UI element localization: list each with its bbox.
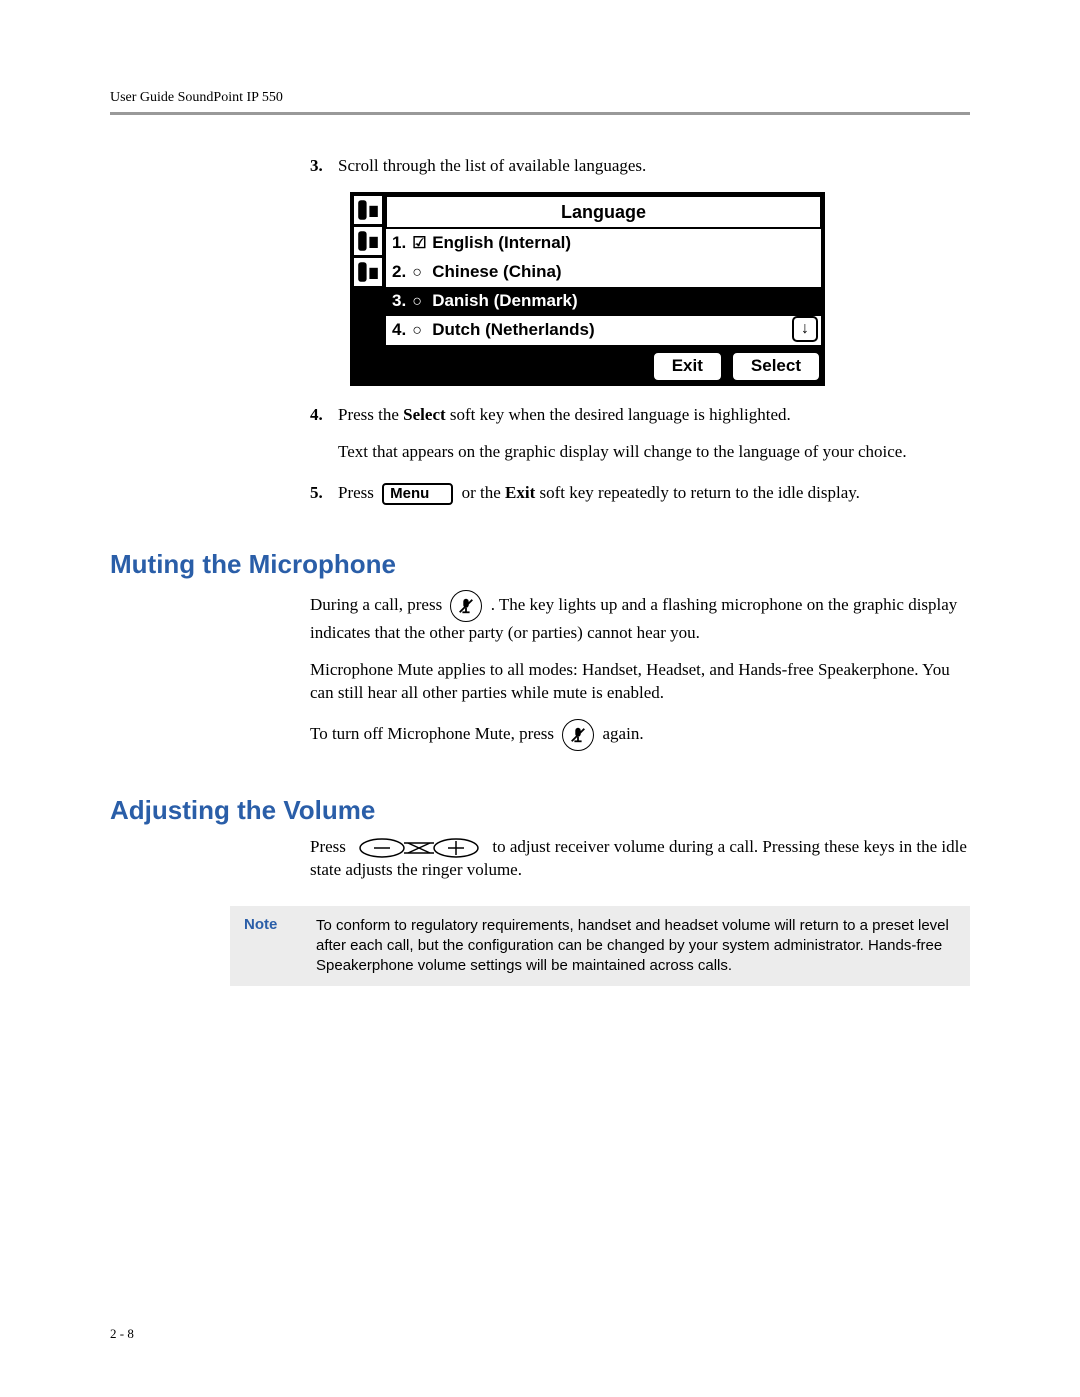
softkey-select: Select bbox=[731, 351, 821, 382]
lcd-item-2: 2. ○ Chinese (China) bbox=[386, 258, 821, 287]
volume-paragraph-1: Press to adjust receiver volume during a… bbox=[310, 836, 970, 882]
lcd-title: Language bbox=[386, 196, 821, 229]
step-3: 3. Scroll through the list of available … bbox=[310, 155, 970, 178]
unchecked-icon: ○ bbox=[412, 262, 426, 284]
mute-icon bbox=[450, 590, 482, 622]
note-label: Note bbox=[244, 916, 316, 977]
step-5: 5. Press Menu or the Exit soft key repea… bbox=[310, 482, 970, 505]
mute-paragraph-2: Microphone Mute applies to all modes: Ha… bbox=[310, 659, 970, 705]
phone-icon bbox=[354, 258, 382, 286]
step-5-text-a: Press bbox=[338, 483, 378, 502]
heading-muting: Muting the Microphone bbox=[110, 549, 970, 580]
step-4-text-a: Press the bbox=[338, 405, 403, 424]
mute-paragraph-1: During a call, press . The key lights up… bbox=[310, 590, 970, 645]
step-3-text: Scroll through the list of available lan… bbox=[338, 155, 970, 178]
vol-p1-a: Press bbox=[310, 837, 350, 856]
step-5-bold: Exit bbox=[505, 483, 535, 502]
step-4: 4. Press the Select soft key when the de… bbox=[310, 404, 970, 464]
note-body: To conform to regulatory requirements, h… bbox=[316, 916, 956, 977]
step-5-text-c: soft key repeatedly to return to the idl… bbox=[535, 483, 860, 502]
checked-icon: ☑ bbox=[412, 233, 426, 255]
lcd-item-text: Chinese (China) bbox=[432, 261, 561, 284]
header-rule bbox=[110, 112, 970, 115]
mute-p3-a: To turn off Microphone Mute, press bbox=[310, 724, 558, 743]
unchecked-icon: ○ bbox=[412, 320, 426, 342]
lcd-screenshot: Language 1. ☑ English (Internal) 2. ○ Ch… bbox=[350, 192, 825, 386]
step-3-number: 3. bbox=[310, 155, 338, 178]
phone-icon bbox=[354, 196, 382, 224]
mute-paragraph-3: To turn off Microphone Mute, press again… bbox=[310, 719, 970, 751]
step-4-number: 4. bbox=[310, 404, 338, 464]
lcd-list: 1. ☑ English (Internal) 2. ○ Chinese (Ch… bbox=[386, 229, 821, 345]
mute-p1-a: During a call, press bbox=[310, 595, 446, 614]
running-header: User Guide SoundPoint IP 550 bbox=[110, 90, 970, 106]
page-number: 2 - 8 bbox=[110, 1326, 134, 1342]
mute-icon bbox=[562, 719, 594, 751]
phone-icon bbox=[354, 227, 382, 255]
step-5-number: 5. bbox=[310, 482, 338, 505]
menu-button-icon: Menu bbox=[382, 483, 453, 505]
volume-rocker-icon bbox=[354, 837, 484, 859]
step-4-bold: Select bbox=[403, 405, 445, 424]
lcd-item-num: 1. bbox=[392, 232, 406, 255]
step-4-sub: Text that appears on the graphic display… bbox=[338, 441, 970, 464]
heading-volume: Adjusting the Volume bbox=[110, 795, 970, 826]
step-4-text-b: soft key when the desired language is hi… bbox=[446, 405, 791, 424]
lcd-item-text: Danish (Denmark) bbox=[432, 290, 577, 313]
lcd-item-1: 1. ☑ English (Internal) bbox=[386, 229, 821, 258]
lcd-item-text: English (Internal) bbox=[432, 232, 571, 255]
lcd-item-4: 4. ○ Dutch (Netherlands) bbox=[386, 316, 821, 345]
note-block: Note To conform to regulatory requiremen… bbox=[230, 906, 970, 987]
lcd-item-3-selected: 3. ○ Danish (Denmark) bbox=[386, 287, 821, 316]
lcd-item-num: 4. bbox=[392, 319, 406, 342]
softkey-exit: Exit bbox=[652, 351, 723, 382]
mute-p3-b: again. bbox=[603, 724, 644, 743]
unchecked-icon: ○ bbox=[412, 291, 426, 313]
lcd-item-num: 3. bbox=[392, 290, 406, 313]
lcd-item-num: 2. bbox=[392, 261, 406, 284]
step-5-text-b: or the bbox=[462, 483, 505, 502]
scroll-down-icon: ↓ bbox=[792, 316, 818, 342]
lcd-item-text: Dutch (Netherlands) bbox=[432, 319, 594, 342]
